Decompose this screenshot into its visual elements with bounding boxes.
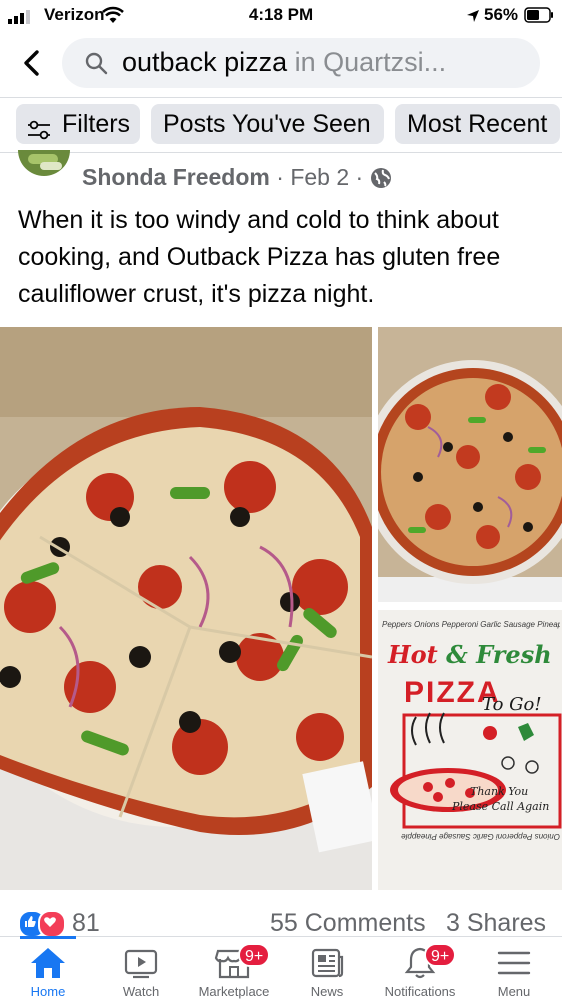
filters-chip-label: Filters	[62, 110, 131, 138]
bottom-tab-bar: Home Watch 9+ Marketplace News 9+ Notifi…	[0, 936, 562, 1001]
filters-chip[interactable]: Filters	[16, 104, 140, 144]
back-button[interactable]	[18, 46, 48, 80]
post-meta: Shonda Freedom · Feb 2 ·	[82, 164, 392, 195]
watch-icon	[124, 949, 158, 979]
posts-seen-chip[interactable]: Posts You've Seen	[151, 104, 384, 144]
box-headline-hot: Hot	[388, 640, 438, 669]
avatar[interactable]	[18, 150, 70, 176]
pizza-photo-large[interactable]	[0, 327, 372, 890]
box-thank-you: Thank You	[470, 785, 529, 798]
tab-watch[interactable]: Watch	[93, 937, 189, 1001]
post-text: When it is too windy and cold to think a…	[18, 206, 501, 308]
box-headline-fresh: Fresh	[476, 640, 552, 669]
pizza-photo-top-right[interactable]	[378, 327, 562, 602]
tab-news[interactable]: News	[279, 937, 375, 1001]
tab-notifications-label: Notifications	[384, 984, 456, 999]
most-recent-chip-label: Most Recent	[407, 110, 548, 138]
chevron-left-icon	[24, 50, 39, 76]
tab-marketplace-label: Marketplace	[198, 984, 270, 999]
box-bottom-strip: Onions Pepperoni Garlic Sausage Pineappl…	[401, 832, 560, 841]
pizza-image	[378, 327, 562, 602]
home-icon	[31, 948, 65, 978]
box-please-call: Please Call Again	[452, 800, 550, 813]
box-toppings-strip: Peppers Onions Pepperoni Garlic Sausage …	[382, 620, 560, 629]
tab-marketplace[interactable]: 9+ Marketplace	[186, 937, 282, 1001]
posts-seen-chip-label: Posts You've Seen	[163, 110, 371, 138]
box-headline: Hot & Fresh	[388, 640, 552, 669]
author-name[interactable]: Shonda Freedom	[82, 164, 270, 190]
location-arrow-icon	[466, 8, 480, 28]
reaction-count[interactable]: 81	[72, 909, 100, 938]
menu-icon	[497, 951, 531, 975]
notifications-badge: 9+	[424, 943, 457, 967]
meta-separator: ·	[355, 164, 370, 190]
battery-percent: 56%	[484, 5, 519, 24]
meta-separator: ·	[276, 164, 291, 190]
search-icon	[84, 51, 108, 80]
tab-home-label: Home	[30, 984, 66, 999]
news-icon	[311, 948, 344, 978]
box-headline-amp: &	[446, 640, 468, 669]
pizza-image	[0, 327, 372, 890]
divider	[0, 152, 562, 153]
search-header: outback pizza in Quartzsi...	[0, 32, 562, 96]
reactions-bar: 81 55 Comments 3 Shares	[18, 908, 548, 938]
search-query: outback pizza in Quartzsi...	[122, 47, 446, 78]
tab-news-label: News	[310, 984, 344, 999]
tab-menu-label: Menu	[497, 984, 531, 999]
love-reaction-icon[interactable]	[38, 910, 66, 938]
shares-count[interactable]: 3 Shares	[446, 909, 546, 938]
status-bar: Verizon 4:18 PM 56%	[0, 0, 562, 30]
search-input[interactable]: outback pizza in Quartzsi...	[62, 38, 540, 88]
filter-sliders-icon	[26, 113, 52, 153]
battery-icon	[524, 7, 554, 28]
globe-icon	[370, 167, 392, 195]
tab-watch-label: Watch	[122, 984, 160, 999]
marketplace-badge: 9+	[238, 943, 271, 967]
tab-menu[interactable]: Menu	[466, 937, 562, 1001]
divider	[0, 97, 562, 98]
pizza-box-photo[interactable]: Peppers Onions Pepperoni Garlic Sausage …	[378, 610, 562, 890]
search-location: in Quartzsi...	[294, 47, 447, 77]
comments-count[interactable]: 55 Comments	[270, 909, 426, 938]
post-date[interactable]: Feb 2	[290, 164, 349, 190]
tab-home[interactable]: Home	[0, 937, 96, 1001]
tab-notifications[interactable]: 9+ Notifications	[372, 937, 468, 1001]
active-tab-indicator	[20, 936, 76, 939]
most-recent-chip[interactable]: Most Recent	[395, 104, 560, 144]
search-query-text: outback pizza	[122, 47, 288, 77]
